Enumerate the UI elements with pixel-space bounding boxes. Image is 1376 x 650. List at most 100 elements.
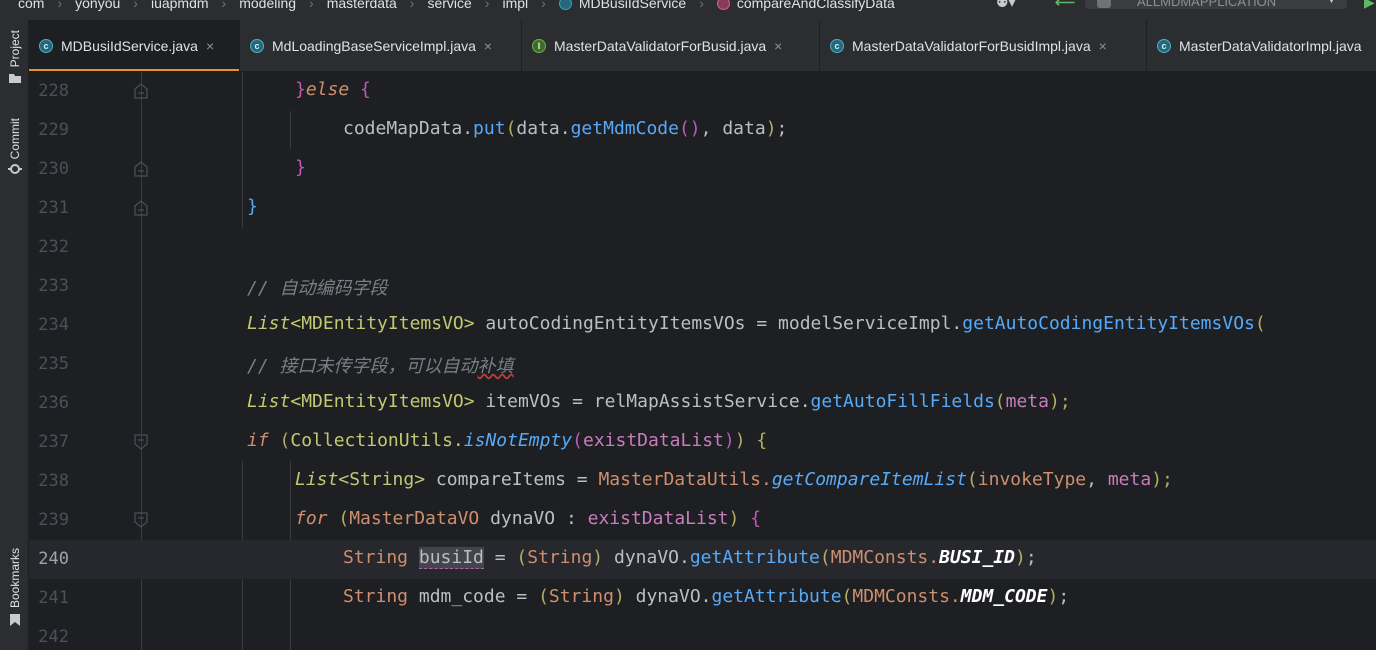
- close-icon[interactable]: ×: [206, 38, 214, 54]
- commit-icon: [7, 164, 22, 175]
- editor-tab-bar: c MDBusiIdService.java × c MdLoadingBase…: [29, 20, 1376, 72]
- breadcrumb-item-method[interactable]: compareAndClassifyData: [716, 0, 895, 11]
- run-config-icon: [1097, 0, 1111, 8]
- breadcrumb-separator: ›: [133, 0, 138, 11]
- code-text: String busiId = (String) dynaVO.getAttri…: [343, 547, 1037, 569]
- code-line[interactable]: 236 List<MDEntityItemsVO> itemVOs = relM…: [29, 384, 1376, 423]
- fold-marker-icon[interactable]: [134, 161, 148, 177]
- run-configuration-selector[interactable]: ALLMDMAPPLICATION ▼: [1085, 0, 1347, 9]
- fold-marker-icon[interactable]: [134, 200, 148, 216]
- class-icon: c: [39, 39, 53, 53]
- tool-window-sidebar: Project Commit Bookmarks: [0, 20, 29, 650]
- line-number: 242: [38, 627, 69, 647]
- run-config-label: ALLMDMAPPLICATION: [1137, 0, 1277, 9]
- commit-tool-button[interactable]: Commit: [0, 118, 29, 176]
- code-editor[interactable]: 228 }else { 229 codeMapData.put(data.get…: [29, 72, 1376, 650]
- breadcrumb: com › yonyou › iuapmdm › modeling › mast…: [0, 0, 1376, 20]
- line-number: 229: [38, 120, 69, 140]
- bookmarks-tool-button[interactable]: Bookmarks: [0, 548, 29, 627]
- breadcrumb-separator: ›: [221, 0, 227, 11]
- tab-label: MdLoadingBaseServiceImpl.java: [272, 38, 476, 54]
- line-number: 232: [38, 237, 69, 257]
- close-icon[interactable]: ×: [1099, 38, 1107, 54]
- breadcrumb-separator: ›: [309, 0, 314, 11]
- tab-label: MDBusiIdService.java: [61, 38, 198, 54]
- folder-icon: [8, 74, 21, 84]
- tab-masterdatavalidatorimpl[interactable]: c MasterDataValidatorImpl.java: [1147, 20, 1376, 71]
- breadcrumb-item-com[interactable]: com: [18, 0, 44, 11]
- run-icon[interactable]: ▶: [1364, 0, 1375, 11]
- code-line[interactable]: 231 }: [29, 189, 1376, 228]
- class-icon: c: [250, 39, 264, 53]
- breadcrumb-item-service[interactable]: service: [427, 0, 471, 11]
- code-text: if (CollectionUtils.isNotEmpty(existData…: [247, 430, 768, 451]
- code-text: codeMapData.put(data.getMdmCode(), data)…: [343, 118, 788, 139]
- tab-mdbusiidservice[interactable]: c MDBusiIdService.java ×: [29, 20, 240, 71]
- close-icon[interactable]: ×: [484, 38, 492, 54]
- comment-text: // 自动编码字段: [247, 278, 388, 299]
- selected-identifier: busiId: [418, 547, 484, 569]
- breadcrumb-separator: ›: [57, 0, 63, 11]
- line-number: 240: [38, 549, 69, 569]
- code-line[interactable]: 237 if (CollectionUtils.isNotEmpty(exist…: [29, 423, 1376, 462]
- breadcrumb-item-iuapmdm[interactable]: iuapmdm: [151, 0, 209, 11]
- code-line[interactable]: 238 List<String> compareItems = MasterDa…: [29, 462, 1376, 501]
- line-number: 233: [38, 276, 69, 296]
- tab-masterdatavalidatorforbusid[interactable]: I MasterDataValidatorForBusid.java ×: [522, 20, 820, 71]
- line-number: 230: [38, 159, 69, 179]
- code-line[interactable]: 239 for (MasterDataVO dynaVO : existData…: [29, 501, 1376, 540]
- line-number: 241: [38, 588, 69, 608]
- fold-marker-icon[interactable]: [134, 83, 148, 99]
- interface-icon: I: [532, 39, 546, 53]
- breadcrumb-method-label: compareAndClassifyData: [736, 0, 895, 11]
- code-text: String mdm_code = (String) dynaVO.getAtt…: [343, 586, 1070, 607]
- back-arrow-icon[interactable]: ⟵: [1055, 0, 1075, 11]
- code-line-current[interactable]: 240 String busiId = (String) dynaVO.getA…: [29, 540, 1376, 579]
- breadcrumb-item-yonyou[interactable]: yonyou: [75, 0, 120, 11]
- close-icon[interactable]: ×: [774, 38, 782, 54]
- breadcrumb-separator: ›: [409, 0, 415, 11]
- breadcrumb-item-masterdata[interactable]: masterdata: [327, 0, 397, 11]
- line-number: 228: [38, 81, 69, 101]
- method-icon: [716, 0, 730, 10]
- code-text: }else {: [295, 79, 371, 100]
- tab-masterdatavalidatorforbusidimpl[interactable]: c MasterDataValidatorForBusidImpl.java ×: [820, 20, 1147, 71]
- code-line[interactable]: 230 }: [29, 150, 1376, 189]
- tab-mdloadingbaseserviceimpl[interactable]: c MdLoadingBaseServiceImpl.java ×: [240, 20, 522, 71]
- comment-text: // 接口未传字段，可以自动补填: [247, 356, 514, 377]
- class-icon: [558, 0, 572, 10]
- fold-marker-icon[interactable]: [134, 434, 148, 450]
- fold-marker-icon[interactable]: [134, 512, 148, 528]
- breadcrumb-item-modeling[interactable]: modeling: [239, 0, 296, 11]
- project-tool-button[interactable]: Project: [0, 30, 29, 84]
- line-number: 236: [38, 393, 69, 413]
- code-text: List<MDEntityItemsVO> itemVOs = relMapAs…: [247, 391, 1071, 412]
- class-icon: c: [830, 39, 844, 53]
- chevron-down-icon: ▼: [1326, 0, 1337, 6]
- code-line[interactable]: 241 String mdm_code = (String) dynaVO.ge…: [29, 579, 1376, 618]
- tab-label: MasterDataValidatorForBusidImpl.java: [852, 38, 1091, 54]
- code-line[interactable]: 229 codeMapData.put(data.getMdmCode(), d…: [29, 111, 1376, 150]
- code-text: for (MasterDataVO dynaVO : existDataList…: [295, 508, 762, 529]
- line-number: 235: [38, 354, 69, 374]
- user-icon[interactable]: ⚉▾: [996, 0, 1016, 11]
- breadcrumb-item-impl[interactable]: impl: [502, 0, 528, 11]
- breadcrumb-separator: ›: [699, 0, 704, 11]
- code-line[interactable]: 228 }else {: [29, 72, 1376, 111]
- line-number: 239: [38, 510, 69, 530]
- tab-label: MasterDataValidatorImpl.java: [1179, 38, 1362, 54]
- code-line[interactable]: 234 List<MDEntityItemsVO> autoCodingEnti…: [29, 306, 1376, 345]
- bookmarks-label: Bookmarks: [7, 548, 22, 609]
- tab-label: MasterDataValidatorForBusid.java: [554, 38, 767, 54]
- line-number: 237: [38, 432, 69, 452]
- bookmark-icon: [9, 614, 20, 627]
- code-text: }: [295, 157, 306, 178]
- class-icon: c: [1157, 39, 1171, 53]
- code-line[interactable]: 232: [29, 228, 1376, 267]
- breadcrumb-class-label: MDBusiIdService: [578, 0, 687, 11]
- code-line[interactable]: 233 // 自动编码字段: [29, 267, 1376, 306]
- breadcrumb-item-class[interactable]: MDBusiIdService: [558, 0, 687, 11]
- breadcrumb-separator: ›: [541, 0, 546, 11]
- code-line[interactable]: 242: [29, 618, 1376, 650]
- code-line[interactable]: 235 // 接口未传字段，可以自动补填: [29, 345, 1376, 384]
